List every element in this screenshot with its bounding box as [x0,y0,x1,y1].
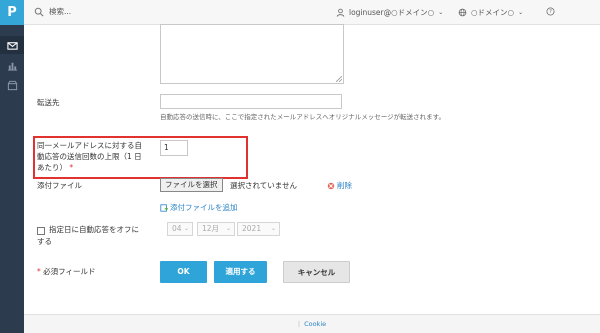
delete-icon [327,182,335,189]
cancel-button[interactable]: キャンセル [283,261,350,283]
day-select[interactable]: 04 ⌄ [167,222,193,236]
chevron-down-icon: ⌄ [270,225,276,232]
user-menu[interactable]: loginuser@○ドメイン○ ⌄ [336,7,443,18]
required-star: * [69,163,74,172]
forward-address-input[interactable] [160,94,342,109]
month-value: 12月 [202,224,220,233]
send-limit-label-line1: 同一メールアドレスに対する自 [37,141,142,150]
auto-off-label: 指定日に自動応答をオフに [49,224,139,235]
apply-button[interactable]: 適用する [214,261,267,283]
globe-icon [458,8,467,17]
chevron-down-icon: ⌄ [225,225,231,232]
resize-handle-icon[interactable] [336,76,342,82]
sidebar: P [0,0,24,333]
month-select[interactable]: 12月 ⌄ [197,222,235,236]
chevron-down-icon: ⌄ [518,9,524,16]
box-nav-button[interactable] [0,76,24,94]
search-icon [34,7,44,17]
help-icon: ? [546,7,555,16]
footer-separator: | [297,320,301,328]
form-area: 転送先 自動応答の送信時に、ここで指定されたメールアドレスへオリジナルメッセージ… [24,24,600,314]
auto-off-label-line1: 指定日に自動応答をオフに [49,225,139,234]
delete-attachment-link[interactable]: 削除 [327,180,352,191]
archive-icon [7,80,17,90]
user-name: loginuser@○ドメイン○ [349,8,435,17]
mail-icon [6,41,18,50]
required-star: * [37,267,41,276]
chevron-down-icon: ⌄ [183,225,189,232]
choose-file-button[interactable]: ファイルを選択 [160,178,223,192]
domain-menu[interactable]: ○ドメイン○ ⌄ [458,7,523,18]
year-select[interactable]: 2021 ⌄ [237,222,280,236]
delete-link-text: 削除 [337,181,352,190]
search-placeholder: 検索... [49,7,72,16]
top-bar: 検索... loginuser@○ドメイン○ ⌄ ○ドメイン○ ⌄ ? [24,0,600,25]
required-field-note: * 必須フィールド [37,266,96,277]
attachment-label: 添付ファイル [37,181,82,190]
attachment-add-icon [160,203,168,212]
required-field-text: 必須フィールド [43,267,96,276]
bar-chart-icon [7,62,17,71]
stats-nav-button[interactable] [0,56,24,74]
help-button[interactable]: ? [546,7,555,16]
send-limit-label: 同一メールアドレスに対する自 動応答の送信回数の上限（1 日 あたり） * [37,140,142,173]
year-value: 2021 [242,224,262,233]
auto-off-label-line2: する [37,237,52,246]
message-textarea[interactable] [160,24,344,84]
auto-off-checkbox[interactable] [37,227,45,235]
send-limit-label-text: あたり） [37,163,67,172]
user-icon [336,8,345,17]
forward-label: 転送先 [37,98,60,107]
app-logo[interactable]: P [0,0,24,25]
cookie-link[interactable]: Cookie [304,320,326,328]
svg-text:?: ? [549,9,552,15]
mail-nav-button[interactable] [0,36,24,54]
footer: | Cookie [24,314,600,333]
day-value: 04 [172,224,182,233]
ok-button[interactable]: OK [160,261,207,283]
send-limit-label-line2: 動応答の送信回数の上限（1 日 [37,152,142,161]
add-attachment-text: 添付ファイルを追加 [170,203,238,212]
add-attachment-link[interactable]: 添付ファイルを追加 [160,202,238,213]
file-status: 選択されていません [230,181,298,190]
send-limit-input[interactable]: 1 [160,140,188,156]
send-limit-label-line3: あたり） * [37,162,142,173]
search-box[interactable]: 検索... [34,6,71,17]
forward-help-text: 自動応答の送信時に、ここで指定されたメールアドレスへオリジナルメッセージが転送さ… [160,113,446,121]
chevron-down-icon: ⌄ [438,9,444,16]
domain-name: ○ドメイン○ [471,8,515,17]
